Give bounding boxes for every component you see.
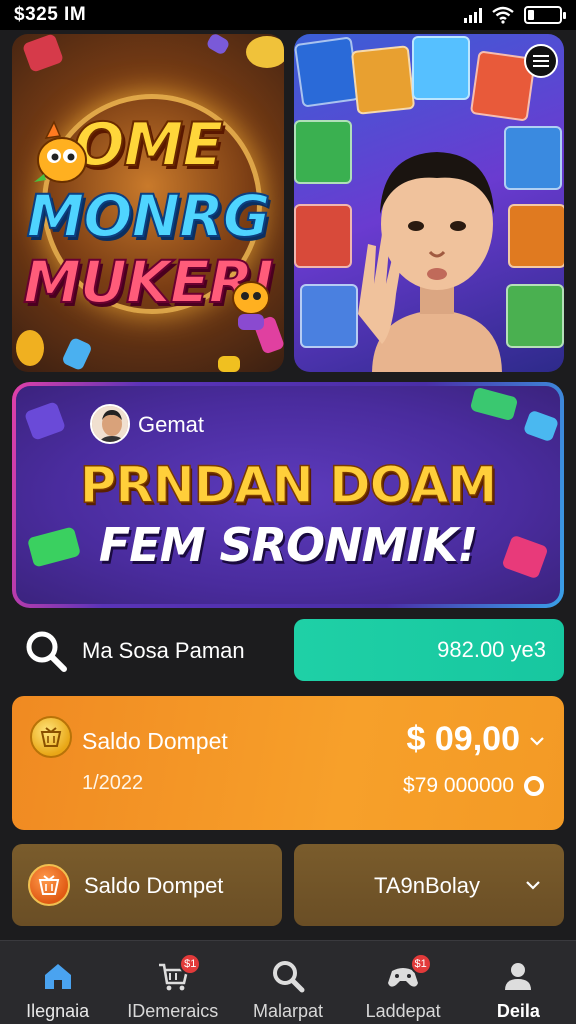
nav-label: Deila	[496, 1001, 540, 1021]
game-banner-left[interactable]: OME MONRG MUKERI	[12, 34, 284, 372]
game-logo-line-2: MONRG	[26, 181, 272, 251]
search-icon	[272, 961, 305, 993]
avatar	[90, 404, 130, 444]
mascot-icon	[34, 120, 87, 183]
selector-dropdown[interactable]: TA9nBolay	[294, 844, 564, 926]
status-bar: $325 IM	[0, 0, 576, 30]
wallet-coin-icon	[28, 864, 70, 906]
wallet-sub-amount: $79 000000	[403, 774, 514, 797]
nav-item-profile[interactable]: Deila	[461, 941, 576, 1022]
promo-headline: PRNDAN DOAM	[79, 455, 498, 515]
selector-value: TA9nBolay	[374, 873, 480, 898]
chevron-down-icon	[526, 881, 540, 890]
profile-icon	[505, 963, 532, 990]
nav-label: Laddepat	[365, 1001, 441, 1021]
wallet-date: 1/2022	[82, 772, 144, 794]
search-icon	[26, 631, 67, 672]
promo-subheadline: FEM SRONMIK!	[98, 518, 478, 572]
home-icon	[44, 964, 71, 989]
chevron-down-icon[interactable]	[528, 732, 546, 750]
game-banner-right[interactable]	[294, 34, 564, 372]
search-text: Ma Sosa Paman	[82, 638, 245, 663]
nav-item-search[interactable]: Malarpat	[230, 941, 345, 1022]
mascot-small-icon	[232, 281, 270, 330]
notification-badge: $1	[409, 953, 432, 975]
battery-icon	[524, 6, 566, 24]
wallet-card[interactable]: Saldo Dompet 1/2022 $ 09,00 $79 000000	[12, 696, 564, 830]
secondary-title: Saldo Dompet	[84, 873, 224, 898]
search-bar[interactable]: Ma Sosa Paman	[12, 620, 282, 682]
balance-button-label: 982.00 ye3	[437, 637, 546, 662]
menu-icon[interactable]	[524, 44, 558, 78]
wifi-icon	[492, 6, 514, 24]
wallet-secondary-card[interactable]: Saldo Dompet	[12, 844, 282, 926]
nav-item-home[interactable]: Ilegnaia	[0, 941, 115, 1022]
status-time: $325 IM	[14, 4, 87, 25]
status-icons	[464, 6, 566, 24]
nav-label: Ilegnaia	[26, 1001, 90, 1021]
nav-label: Malarpat	[252, 1001, 323, 1021]
radio-icon[interactable]	[524, 776, 544, 796]
promo-username: Gemat	[138, 412, 205, 437]
nav-label: IDemeraics	[127, 1001, 219, 1021]
signal-icon	[464, 7, 482, 23]
balance-button[interactable]: 982.00 ye3	[294, 619, 564, 681]
nav-item-games[interactable]: $1 Laddepat	[346, 941, 461, 1022]
notification-badge: $1	[179, 953, 202, 975]
wallet-title: Saldo Dompet	[82, 728, 228, 754]
wallet-amount: $ 09,00	[406, 720, 520, 758]
wallet-coin-icon	[30, 716, 72, 758]
person-image	[358, 152, 502, 372]
bottom-nav: Ilegnaia $1 IDemeraics Malarpat $1 Ladde…	[0, 940, 576, 1024]
nav-item-cart[interactable]: $1 IDemeraics	[115, 941, 230, 1022]
promo-banner[interactable]: Gemat PRNDAN DOAM FEM SRONMIK!	[12, 382, 564, 608]
